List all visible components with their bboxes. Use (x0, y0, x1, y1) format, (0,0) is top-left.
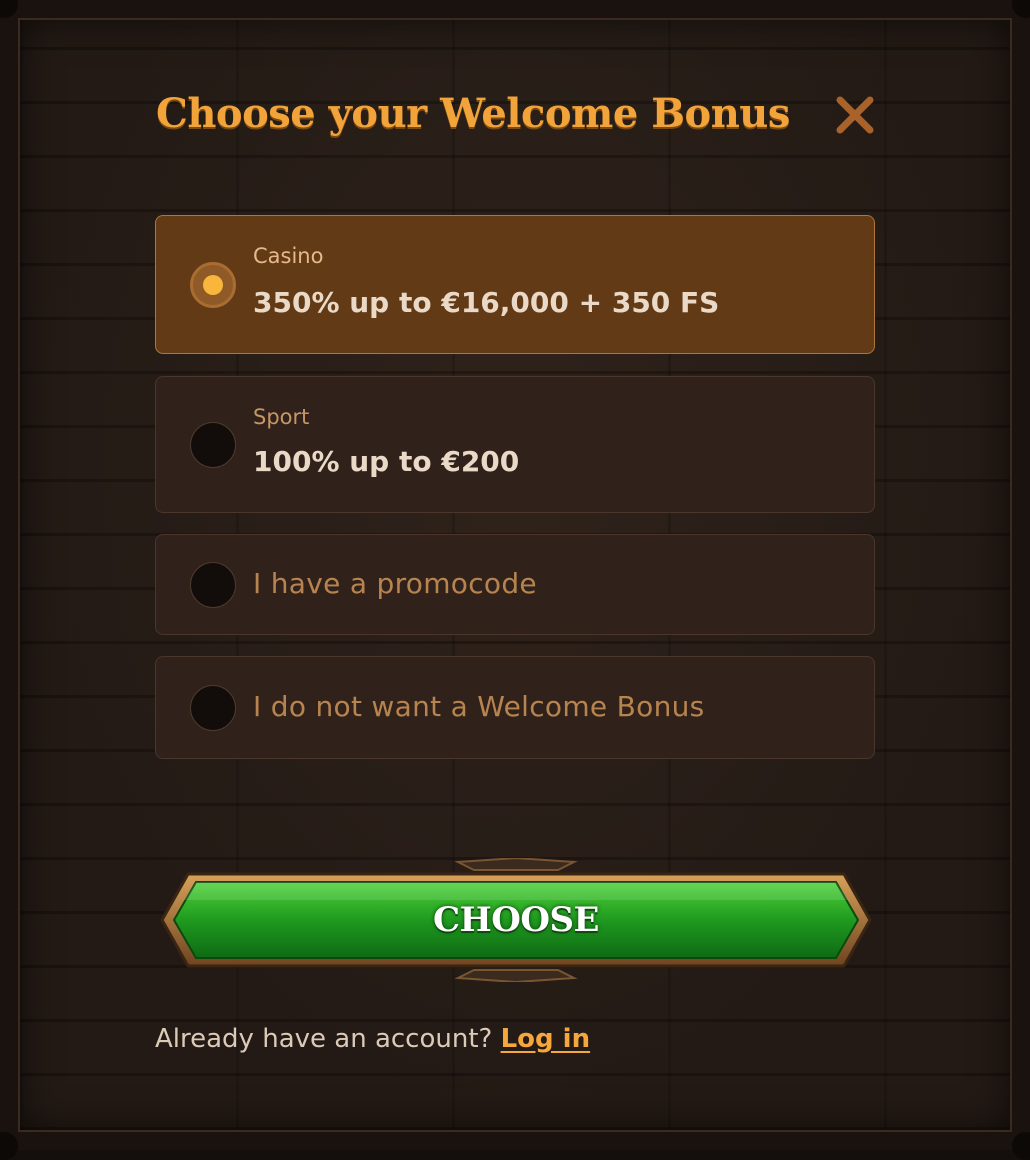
close-icon (836, 96, 874, 134)
modal-frame: Choose your Welcome Bonus Casino 350% up… (0, 0, 1030, 1160)
option-no-bonus[interactable]: I do not want a Welcome Bonus (155, 656, 875, 759)
login-prompt-text: Already have an account? (155, 1024, 493, 1054)
choose-button[interactable]: CHOOSE (158, 856, 874, 984)
frame-corner (0, 0, 18, 18)
frame-corner (1012, 1132, 1030, 1160)
option-promocode[interactable]: I have a promocode (155, 534, 875, 635)
radio-sport[interactable] (190, 422, 236, 468)
choose-button-label: CHOOSE (433, 900, 599, 940)
option-label: Sport (253, 405, 310, 429)
option-label: Casino (253, 244, 324, 268)
dialog-title: Choose your Welcome Bonus (156, 90, 790, 137)
option-casino[interactable]: Casino 350% up to €16,000 + 350 FS (155, 215, 875, 354)
login-prompt: Already have an account? Log in (155, 1024, 590, 1054)
frame-corner (1012, 0, 1030, 18)
option-value: 350% up to €16,000 + 350 FS (253, 286, 720, 319)
option-sport[interactable]: Sport 100% up to €200 (155, 376, 875, 513)
radio-promocode[interactable] (190, 562, 236, 608)
frame-corner (0, 1132, 18, 1160)
option-text: I do not want a Welcome Bonus (253, 690, 705, 723)
close-button[interactable] (834, 94, 876, 136)
radio-casino[interactable] (190, 262, 236, 308)
option-text: I have a promocode (253, 567, 537, 600)
radio-no-bonus[interactable] (190, 685, 236, 731)
option-value: 100% up to €200 (253, 445, 520, 478)
login-link[interactable]: Log in (501, 1024, 591, 1054)
